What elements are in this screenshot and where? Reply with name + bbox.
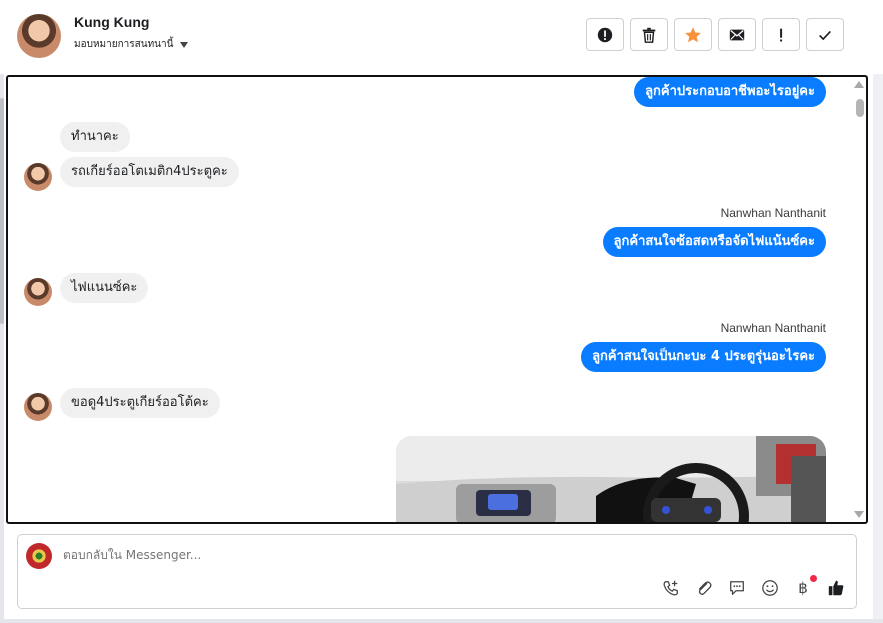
scroll-thumb[interactable] — [856, 99, 864, 117]
scroll-down-arrow-icon[interactable] — [854, 511, 864, 518]
thumbs-up-icon — [828, 580, 844, 596]
notification-dot — [810, 575, 817, 582]
star-button[interactable] — [674, 18, 712, 51]
call-button[interactable] — [661, 578, 681, 598]
conversation-panel: Kung Kung มอบหมายการสนทนานี้ ลูกค้าประกอ… — [0, 0, 883, 623]
mark-spam-button[interactable] — [586, 18, 624, 51]
exclamation-icon — [780, 28, 783, 41]
message-thread[interactable]: ลูกค้าประกอบอาชีพอะไรอยู่คะ ทำนาคะ รถเกี… — [6, 75, 868, 524]
emoji-button[interactable] — [760, 578, 780, 598]
follow-up-button[interactable] — [762, 18, 800, 51]
mark-done-button[interactable] — [806, 18, 844, 51]
saved-replies-button[interactable] — [727, 578, 747, 598]
like-button[interactable] — [826, 578, 846, 598]
message-bubble-incoming[interactable]: ทำนาคะ — [60, 122, 130, 152]
page-avatar — [26, 543, 52, 569]
attachment-icon — [698, 581, 712, 595]
trash-icon — [642, 27, 656, 43]
composer-tools: ฿ — [661, 575, 846, 598]
delete-button[interactable] — [630, 18, 668, 51]
payment-button[interactable]: ฿ — [793, 575, 817, 598]
contact-avatar-small — [24, 278, 52, 306]
car-dashboard-image — [396, 436, 826, 522]
contact-avatar-small — [24, 393, 52, 421]
conversation-header: Kung Kung มอบหมายการสนทนานี้ — [0, 0, 883, 74]
reply-composer: ฿ — [17, 534, 857, 609]
message-bubble-incoming[interactable]: ขอดู4ประตูเกียร์ออโต้คะ — [60, 388, 220, 418]
contact-avatar-small — [24, 163, 52, 191]
left-scroll-marker[interactable] — [0, 98, 4, 324]
baht-icon: ฿ — [798, 579, 808, 597]
contact-avatar[interactable] — [17, 14, 61, 58]
star-icon — [685, 26, 701, 42]
checkmark-icon — [819, 30, 831, 40]
message-bubble-incoming[interactable]: ไฟแนนซ์คะ — [60, 273, 149, 303]
assign-conversation-dropdown[interactable]: มอบหมายการสนทนานี้ — [74, 37, 189, 52]
scroll-up-arrow-icon[interactable] — [854, 81, 864, 88]
message-bubble-outgoing[interactable]: ลูกค้าประกอบอาชีพอะไรอยู่คะ — [634, 77, 826, 107]
sender-name: Nanwhan Nanthanit — [720, 206, 826, 220]
bottom-strip — [0, 619, 883, 623]
reply-input[interactable] — [63, 548, 663, 562]
sender-name: Nanwhan Nanthanit — [720, 321, 826, 335]
chat-bubble-icon — [730, 581, 744, 595]
message-bubble-outgoing[interactable]: ลูกค้าสนใจซ้อสดหรือจัดไฟแน้นซ์คะ — [602, 227, 826, 257]
right-strip — [873, 0, 883, 623]
mark-unread-button[interactable] — [718, 18, 756, 51]
mark-spam-icon — [597, 27, 613, 42]
caret-down-icon — [180, 41, 189, 48]
message-bubble-outgoing[interactable]: ลูกค้าสนใจเป็นกะบะ 4 ประตูรุ่นอะไรคะ — [581, 342, 826, 372]
call-add-icon — [663, 580, 678, 596]
header-actions — [586, 18, 844, 51]
car-interior-photo[interactable] — [396, 436, 826, 522]
emoji-icon — [762, 580, 778, 596]
message-bubble-incoming[interactable]: รถเกียร์ออโตเมติก4ประตูคะ — [60, 157, 239, 187]
attach-button[interactable] — [694, 578, 714, 598]
contact-name[interactable]: Kung Kung — [74, 14, 149, 30]
thread-scrollbar[interactable] — [852, 77, 866, 522]
envelope-icon — [729, 29, 745, 40]
assign-label: มอบหมายการสนทนานี้ — [74, 39, 174, 50]
